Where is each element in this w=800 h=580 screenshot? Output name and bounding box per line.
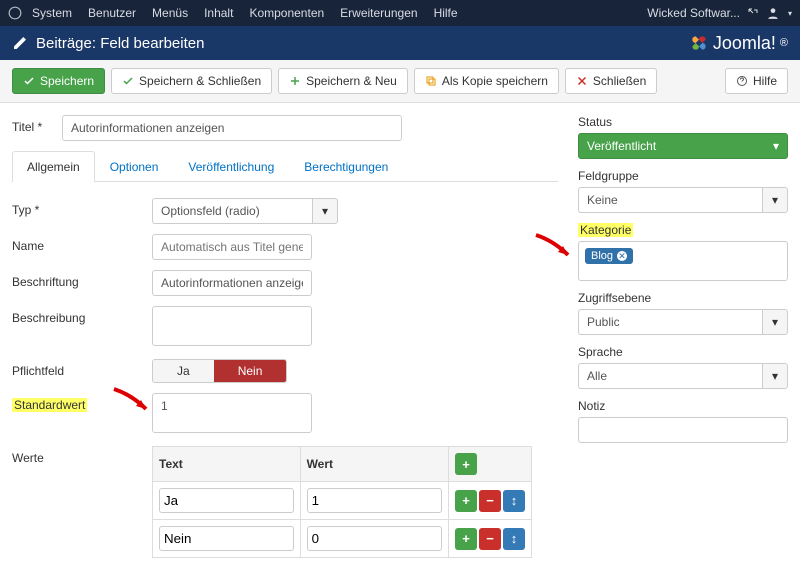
status-select[interactable]: Veröffentlicht▾ [578,133,788,159]
col-value: Wert [300,447,448,482]
tab-publishing[interactable]: Veröffentlichung [173,151,289,182]
copy-icon [425,75,437,87]
nav-system[interactable]: System [32,6,72,20]
caret-down-icon: ▾ [788,9,792,18]
help-icon [736,75,748,87]
site-link[interactable]: Wicked Softwar... ▾ [647,6,792,20]
value-text-input[interactable] [159,526,294,551]
access-label: Zugriffsebene [578,291,788,305]
tab-options[interactable]: Optionen [95,151,174,182]
admin-topbar: System Benutzer Menüs Inhalt Komponenten… [0,0,800,26]
check-icon [23,75,35,87]
nav-users[interactable]: Benutzer [88,6,136,20]
value-value-input[interactable] [307,526,442,551]
joomla-logo: Joomla!® [689,33,788,54]
description-label: Beschreibung [12,306,152,325]
description-input[interactable] [152,306,312,346]
default-label: Standardwert [12,393,152,412]
external-link-icon [748,8,758,18]
nav-menus[interactable]: Menüs [152,6,188,20]
joomla-mark-icon [689,33,709,53]
language-label: Sprache [578,345,788,359]
fieldgroup-label: Feldgruppe [578,169,788,183]
chevron-down-icon[interactable]: ▾ [762,187,788,213]
type-select[interactable]: ▾ [152,198,338,224]
table-row: +−↕ [153,520,532,558]
edit-icon [12,35,28,51]
note-label: Notiz [578,399,788,413]
tab-permissions[interactable]: Berechtigungen [289,151,403,182]
close-button[interactable]: Schließen [565,68,657,94]
chevron-down-icon: ▾ [773,139,779,153]
status-label: Status [578,115,788,129]
close-icon [576,75,588,87]
tabs: Allgemein Optionen Veröffentlichung Bere… [12,151,558,182]
toolbar: Speichern Speichern & Schließen Speicher… [0,60,800,103]
required-label: Pflichtfeld [12,359,152,378]
caption-input[interactable] [152,270,312,296]
fieldgroup-select[interactable]: ▾ [578,187,788,213]
save-button[interactable]: Speichern [12,68,105,94]
name-label: Name [12,234,152,253]
title-input[interactable] [62,115,402,141]
plus-icon [289,75,301,87]
row-move-button[interactable]: ↕ [503,528,525,550]
help-button[interactable]: Hilfe [725,68,788,94]
nav-extensions[interactable]: Erweiterungen [340,6,417,20]
category-tag: Blog✕ [585,248,633,264]
default-input[interactable]: 1 [152,393,312,433]
col-text: Text [153,447,301,482]
save-copy-button[interactable]: Als Kopie speichern [414,68,559,94]
category-input[interactable]: Blog✕ [578,241,788,281]
add-row-button[interactable]: + [455,453,477,475]
category-label: Kategorie [578,223,788,237]
nav-components[interactable]: Komponenten [249,6,324,20]
user-icon[interactable] [766,6,780,20]
tab-general[interactable]: Allgemein [12,151,95,182]
access-select[interactable]: ▾ [578,309,788,335]
chevron-down-icon[interactable]: ▾ [762,363,788,389]
caption-label: Beschriftung [12,270,152,289]
title-label: Titel * [12,115,62,134]
check-icon [122,75,134,87]
values-label: Werte [12,446,152,465]
page-header: Beiträge: Feld bearbeiten Joomla!® [0,26,800,60]
chevron-down-icon[interactable]: ▾ [762,309,788,335]
row-add-button[interactable]: + [455,528,477,550]
chevron-down-icon[interactable]: ▾ [312,198,338,224]
page-title: Beiträge: Feld bearbeiten [36,35,689,52]
row-remove-button[interactable]: − [479,528,501,550]
note-input[interactable] [578,417,788,443]
values-table: TextWert+ +−↕ +−↕ [152,446,532,558]
save-close-button[interactable]: Speichern & Schließen [111,68,272,94]
language-select[interactable]: ▾ [578,363,788,389]
joomla-icon [8,6,22,20]
required-toggle[interactable]: JaNein [152,359,287,383]
nav-content[interactable]: Inhalt [204,6,233,20]
required-no[interactable]: Nein [214,360,287,382]
name-input[interactable] [152,234,312,260]
type-label: Typ * [12,198,152,217]
nav-help[interactable]: Hilfe [434,6,458,20]
save-new-button[interactable]: Speichern & Neu [278,68,408,94]
required-yes[interactable]: Ja [153,360,214,382]
remove-tag-button[interactable]: ✕ [617,251,627,261]
